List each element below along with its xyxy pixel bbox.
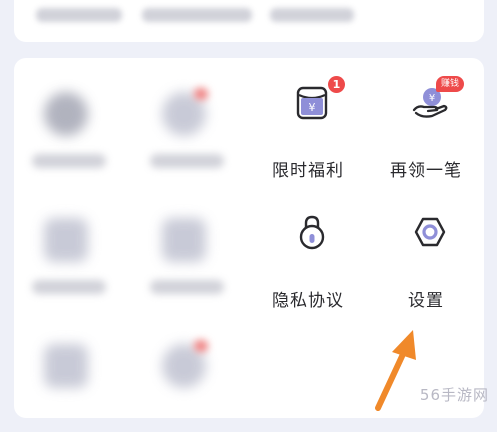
watermark: 56手游网: [419, 386, 489, 404]
pointer-arrow-icon: [375, 330, 416, 411]
